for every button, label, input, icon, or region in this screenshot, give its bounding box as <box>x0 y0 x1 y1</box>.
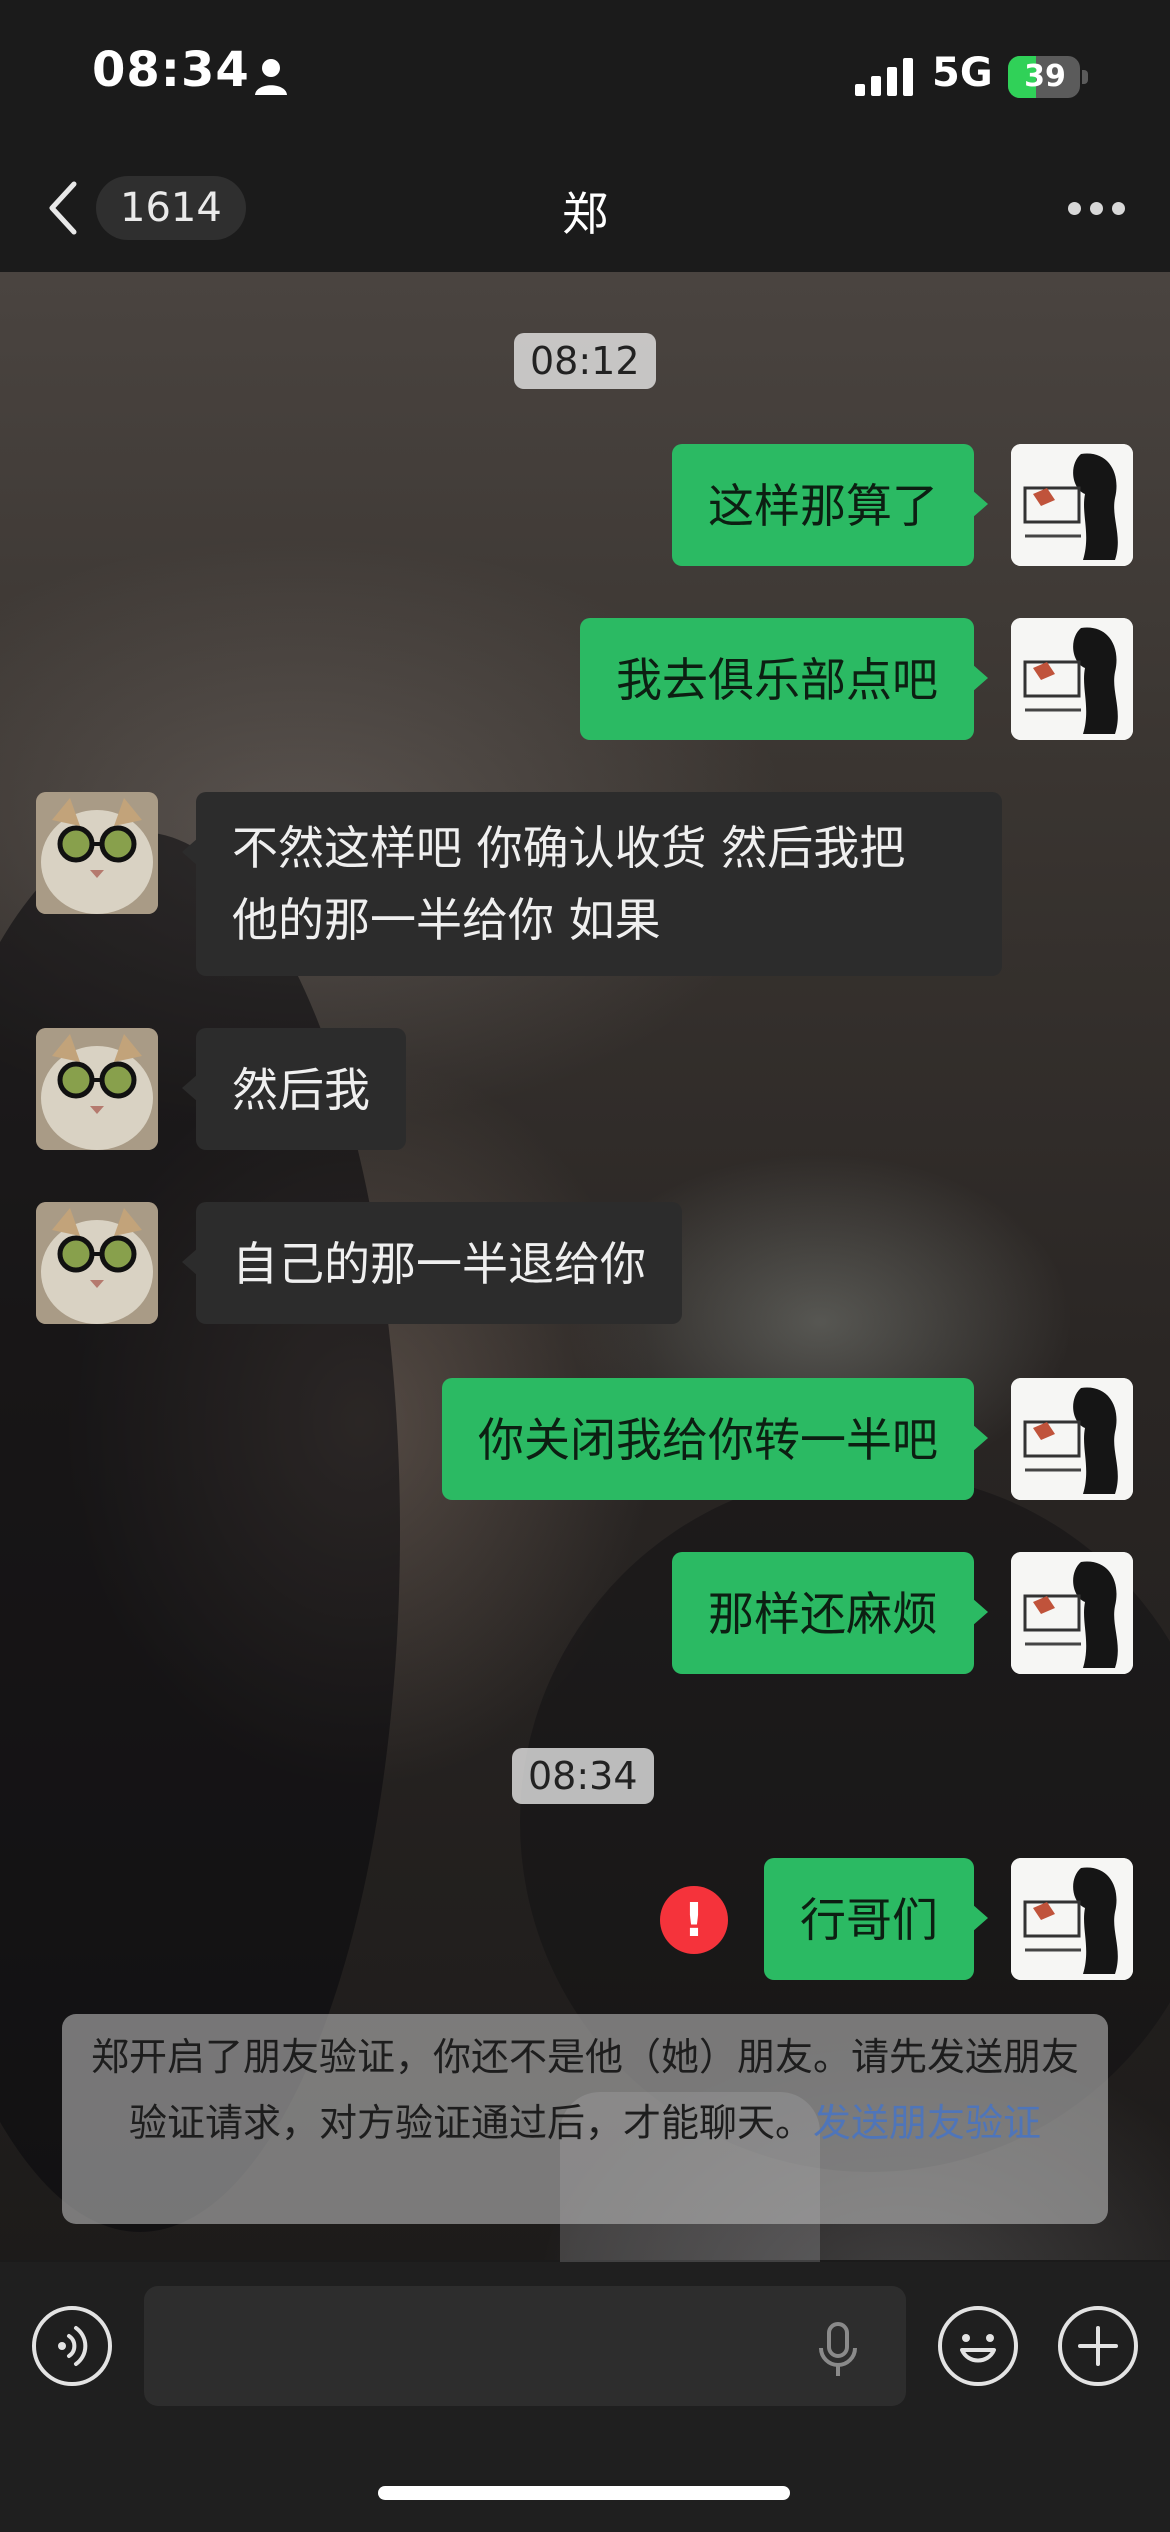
emoji-icon[interactable] <box>938 2306 1018 2386</box>
send-verification-link[interactable]: 发送朋友验证 <box>813 2101 1041 2145</box>
network-type: 5G <box>932 50 993 96</box>
contact-avatar[interactable] <box>36 1028 158 1150</box>
incoming-message[interactable]: 不然这样吧 你确认收货 然后我把 他的那一半给你 如果 <box>182 792 1002 976</box>
status-time: 08:34 <box>92 42 250 98</box>
battery-icon: 39 <box>1008 56 1088 98</box>
home-indicator <box>378 2486 790 2500</box>
voice-icon[interactable] <box>32 2306 112 2386</box>
outgoing-message[interactable]: 你关闭我给你转一半吧 <box>442 1378 988 1500</box>
status-bar: 08:34 5G 39 <box>0 0 1170 150</box>
my-avatar[interactable] <box>1011 444 1133 566</box>
more-dots-icon[interactable] <box>1068 202 1126 216</box>
chat-header: 1614 郑 <box>0 150 1170 272</box>
battery-percent: 39 <box>1024 59 1066 94</box>
send-failed-icon[interactable]: ! <box>660 1886 728 1954</box>
microphone-icon[interactable] <box>818 2322 858 2378</box>
outgoing-message[interactable]: 那样还麻烦 <box>672 1552 988 1674</box>
outgoing-message[interactable]: 我去俱乐部点吧 <box>580 618 988 740</box>
my-avatar[interactable] <box>1011 1552 1133 1674</box>
contact-avatar[interactable] <box>36 1202 158 1324</box>
plus-icon[interactable] <box>1058 2306 1138 2386</box>
chat-title: 郑 <box>562 187 608 241</box>
my-avatar[interactable] <box>1011 618 1133 740</box>
outgoing-message[interactable]: 这样那算了 <box>672 444 988 566</box>
incoming-message[interactable]: 然后我 <box>182 1028 406 1150</box>
message-input[interactable] <box>144 2286 906 2406</box>
person-icon <box>255 59 287 95</box>
timestamp-chip: 08:12 <box>514 333 656 389</box>
contact-avatar[interactable] <box>36 792 158 914</box>
my-avatar[interactable] <box>1011 1378 1133 1500</box>
incoming-message[interactable]: 自己的那一半退给你 <box>182 1202 682 1324</box>
signal-icon <box>855 58 913 96</box>
my-avatar[interactable] <box>1011 1858 1133 1980</box>
timestamp-chip: 08:34 <box>512 1748 654 1804</box>
friend-verification-notice: 郑开启了朋友验证，你还不是他（她）朋友。请先发送朋友验证请求，对方验证通过后，才… <box>62 2014 1108 2224</box>
outgoing-message[interactable]: 行哥们 <box>764 1858 988 1980</box>
